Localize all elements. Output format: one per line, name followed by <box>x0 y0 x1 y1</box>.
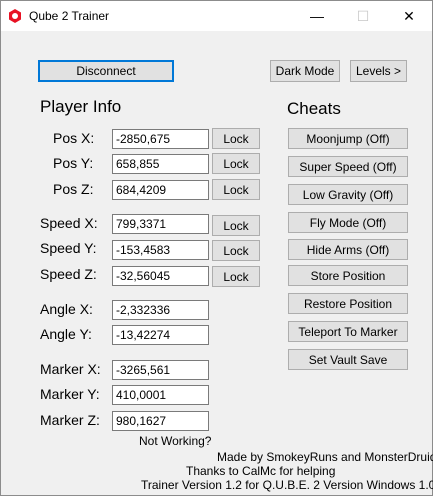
lock-speed-x-button[interactable]: Lock <box>212 215 260 236</box>
speed-y-field[interactable] <box>112 240 209 260</box>
disconnect-button[interactable]: Disconnect <box>38 60 174 82</box>
player-info-heading: Player Info <box>40 97 122 116</box>
levels-button[interactable]: Levels > <box>350 60 407 82</box>
version-text: Trainer Version 1.2 for Q.U.B.E. 2 Versi… <box>141 478 433 492</box>
speed-y-label: Speed Y: <box>40 240 97 256</box>
lock-pos-y-button[interactable]: Lock <box>212 153 260 174</box>
thanks-text: Thanks to CalMc for helping <box>186 464 336 478</box>
lock-pos-z-button[interactable]: Lock <box>212 179 260 200</box>
pos-y-label: Pos Y: <box>53 155 94 171</box>
marker-x-label: Marker X: <box>40 361 101 377</box>
restore-position-button[interactable]: Restore Position <box>288 293 408 314</box>
angle-x-label: Angle X: <box>40 301 93 317</box>
marker-z-label: Marker Z: <box>40 412 100 428</box>
cheats-heading: Cheats <box>287 99 341 118</box>
pos-x-label: Pos X: <box>53 130 95 146</box>
lock-speed-y-button[interactable]: Lock <box>212 240 260 261</box>
angle-y-label: Angle Y: <box>40 326 92 342</box>
trainer-window: Qube 2 Trainer — ☐ ✕ Disconnect Dark Mod… <box>0 0 433 496</box>
pos-z-field[interactable] <box>112 180 209 200</box>
store-position-button[interactable]: Store Position <box>288 265 408 286</box>
teleport-to-marker-button[interactable]: Teleport To Marker <box>288 321 408 342</box>
marker-y-label: Marker Y: <box>40 386 100 402</box>
speed-x-label: Speed X: <box>40 215 98 231</box>
credits-text: Made by SmokeyRuns and MonsterDruide1 <box>217 450 433 464</box>
speed-x-field[interactable] <box>112 214 209 234</box>
hide-arms-button[interactable]: Hide Arms (Off) <box>288 239 408 260</box>
marker-x-field[interactable] <box>112 360 209 380</box>
marker-z-field[interactable] <box>112 411 209 431</box>
maximize-button: ☐ <box>356 7 370 24</box>
window-title: Qube 2 Trainer <box>29 9 110 23</box>
title-bar[interactable]: Qube 2 Trainer — ☐ ✕ <box>1 1 432 31</box>
lock-speed-z-button[interactable]: Lock <box>212 266 260 287</box>
main-content: Disconnect Dark Mode Levels > Player Inf… <box>1 31 433 495</box>
low-gravity-button[interactable]: Low Gravity (Off) <box>288 184 408 205</box>
not-working-link[interactable]: Not Working? <box>139 434 211 448</box>
fly-mode-button[interactable]: Fly Mode (Off) <box>288 212 408 233</box>
angle-y-field[interactable] <box>112 325 209 345</box>
pos-y-field[interactable] <box>112 154 209 174</box>
speed-z-field[interactable] <box>112 266 209 286</box>
pos-x-field[interactable] <box>112 129 209 149</box>
minimize-button[interactable]: — <box>294 1 340 31</box>
app-logo-icon <box>9 9 21 23</box>
dark-mode-button[interactable]: Dark Mode <box>270 60 340 82</box>
lock-pos-x-button[interactable]: Lock <box>212 128 260 149</box>
speed-z-label: Speed Z: <box>40 266 97 282</box>
set-vault-save-button[interactable]: Set Vault Save <box>288 349 408 370</box>
marker-y-field[interactable] <box>112 385 209 405</box>
pos-z-label: Pos Z: <box>53 181 94 197</box>
super-speed-button[interactable]: Super Speed (Off) <box>288 156 408 177</box>
moonjump-button[interactable]: Moonjump (Off) <box>288 128 408 149</box>
close-button[interactable]: ✕ <box>386 1 432 31</box>
angle-x-field[interactable] <box>112 300 209 320</box>
